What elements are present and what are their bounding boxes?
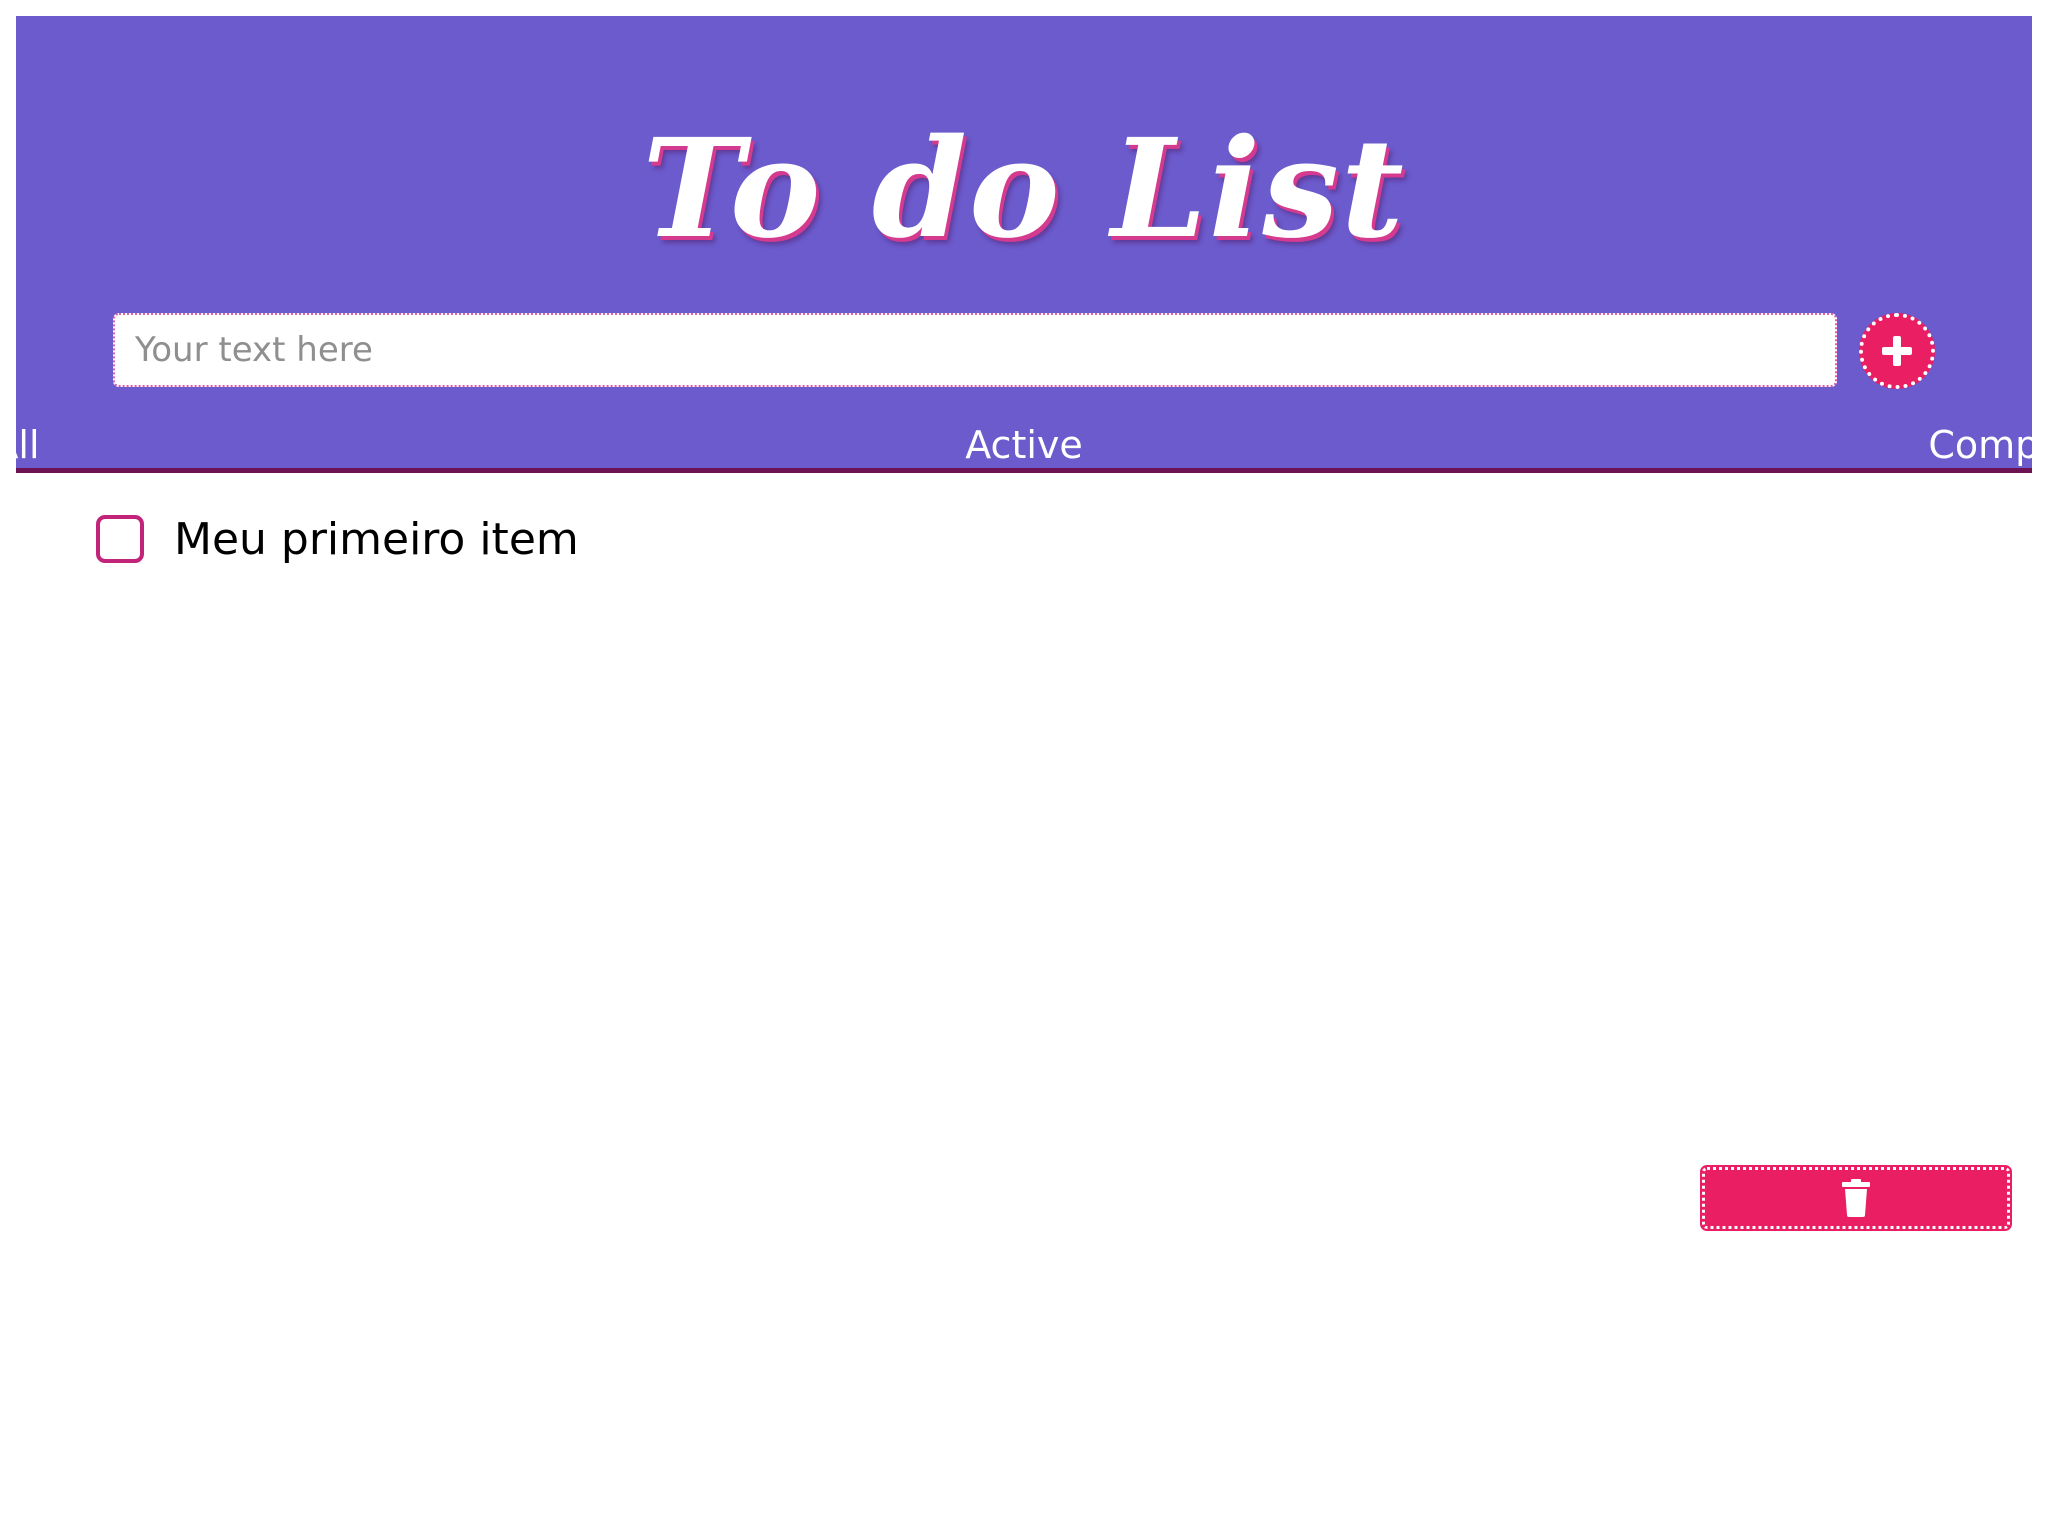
clear-completed-button[interactable] — [1702, 1167, 2010, 1229]
plus-icon — [1882, 336, 1912, 366]
filter-tabs: All Active Completed — [0, 420, 2048, 470]
add-todo-button[interactable] — [1859, 313, 1935, 389]
header: To do List All Active Completed — [0, 16, 2048, 473]
trash-icon — [1842, 1179, 1870, 1217]
new-todo-input[interactable] — [113, 313, 1837, 387]
page-title: To do List — [642, 109, 1406, 269]
todo-checkbox[interactable] — [96, 515, 144, 563]
tab-completed[interactable]: Completed — [1360, 420, 2048, 470]
tab-all-label: All — [0, 423, 40, 467]
todo-list: Meu primeiro item — [96, 506, 1956, 572]
todo-app: To do List All Active Completed Meu prim… — [0, 16, 2048, 1520]
tab-active[interactable]: Active — [688, 420, 1360, 470]
todo-text: Meu primeiro item — [174, 513, 579, 565]
tab-completed-label: Completed — [1928, 423, 2048, 467]
tab-all[interactable]: All — [0, 420, 688, 470]
tab-active-label: Active — [965, 423, 1083, 467]
todo-item: Meu primeiro item — [96, 506, 1956, 572]
